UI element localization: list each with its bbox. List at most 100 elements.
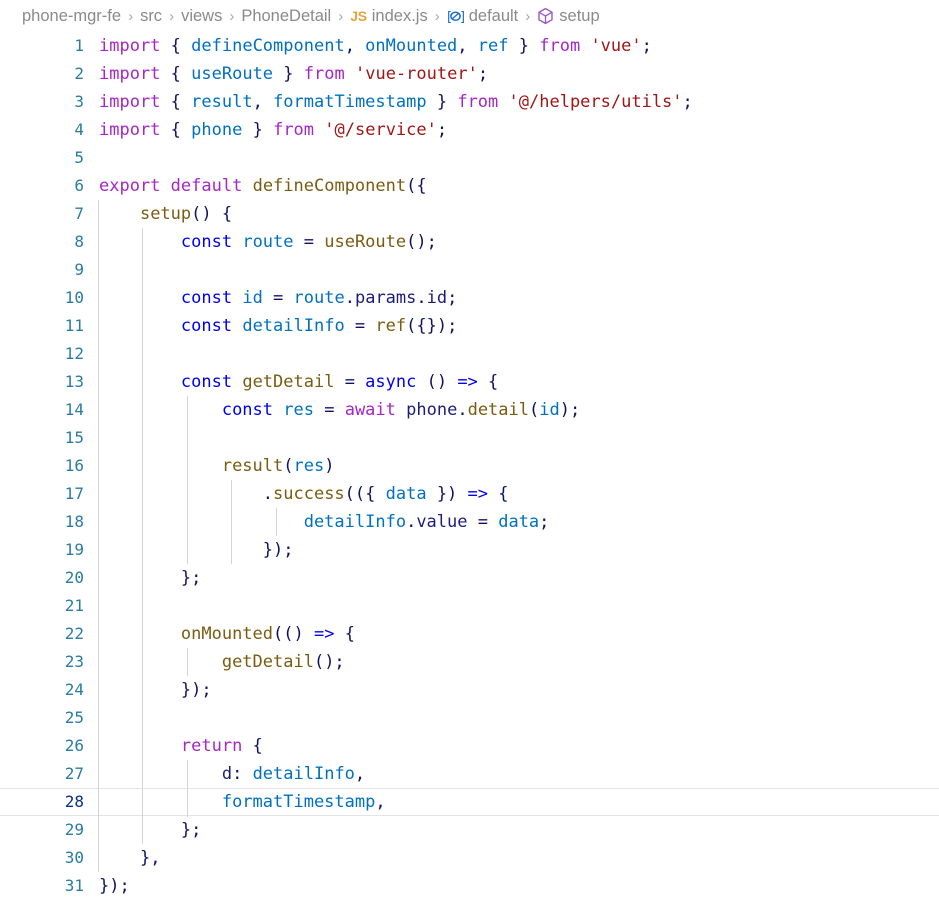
code-line[interactable]: 3 import { result, formatTimestamp } from… <box>0 88 939 116</box>
code-line[interactable]: 16 result(res) <box>0 452 939 480</box>
code-token: const <box>180 372 233 392</box>
code-token: ({ <box>406 176 427 196</box>
code-token: => <box>457 372 478 392</box>
code-token: . <box>416 288 427 308</box>
breadcrumb-item-label: index.js <box>371 6 428 25</box>
breadcrumb-item-default[interactable]: [] default <box>447 7 519 26</box>
code-line[interactable]: 20 }; <box>0 564 939 592</box>
code-line[interactable]: 9 <box>0 256 939 284</box>
code-line[interactable]: 12 <box>0 340 939 368</box>
code-token: }; <box>180 820 202 840</box>
code-token: import <box>99 92 161 112</box>
code-line[interactable]: 7 setup() { <box>0 200 939 228</box>
indent-guide <box>142 424 144 452</box>
code-token: } <box>508 36 529 56</box>
code-token: = <box>344 316 376 336</box>
code-line[interactable]: 27 d: detailInfo, <box>0 760 939 788</box>
code-token: from <box>303 64 345 84</box>
breadcrumb: phone-mgr-fe › src › views › PhoneDetail › JS ind… <box>0 0 939 32</box>
code-line[interactable]: 30 }, <box>0 844 939 872</box>
code-line[interactable]: 29 }; <box>0 816 939 844</box>
code-token: , <box>354 764 366 784</box>
code-token: . <box>457 400 468 420</box>
code-token: { <box>170 64 192 84</box>
line-number: 16 <box>64 456 84 475</box>
code-line[interactable]: 14 const res = await phone.detail(id); <box>0 396 939 424</box>
line-number: 26 <box>64 736 84 755</box>
code-token: . <box>262 484 274 504</box>
code-token: export <box>99 176 161 196</box>
breadcrumb-item-phone-mgr-fe[interactable]: phone-mgr-fe <box>22 7 121 26</box>
code-token: detailInfo <box>242 316 345 336</box>
indent-guide <box>186 424 188 452</box>
code-line[interactable]: 17 .success(({ data }) => { <box>0 480 939 508</box>
code-token: }); <box>99 876 130 896</box>
code-token: id <box>539 400 560 420</box>
code-token: . <box>406 512 417 532</box>
code-line[interactable]: 1 import { defineComponent, onMounted, re… <box>0 32 939 60</box>
code-token: (); <box>313 652 345 672</box>
breadcrumb-item-setup[interactable]: setup <box>537 7 600 26</box>
code-text: getDetail(); <box>99 648 345 676</box>
symbol-object-icon: [] <box>447 9 464 24</box>
js-file-icon: JS <box>350 8 367 24</box>
code-line[interactable]: 25 <box>0 704 939 732</box>
code-token: data <box>498 512 540 532</box>
code-line[interactable]: 26 return { <box>0 732 939 760</box>
code-text: import { defineComponent, onMounted, ref… <box>99 32 652 60</box>
code-token: from <box>273 120 315 140</box>
code-line[interactable]: 6 export default defineComponent({ <box>0 172 939 200</box>
code-line[interactable]: 15 <box>0 424 939 452</box>
line-number: 25 <box>64 708 84 727</box>
code-line[interactable]: 8 const route = useRoute(); <box>0 228 939 256</box>
breadcrumb-item-index-js[interactable]: JS index.js <box>350 7 427 26</box>
code-line[interactable]: 21 <box>0 592 939 620</box>
code-line[interactable]: 13 const getDetail = async () => { <box>0 368 939 396</box>
breadcrumb-item-phonedetail[interactable]: PhoneDetail <box>241 7 331 26</box>
code-token: 'vue' <box>590 36 642 56</box>
code-line[interactable]: 22 onMounted(() => { <box>0 620 939 648</box>
line-number-gutter: 27 <box>0 760 84 788</box>
code-token: => <box>313 624 335 644</box>
line-number: 1 <box>74 36 84 55</box>
breadcrumb-item-views[interactable]: views <box>181 7 222 26</box>
line-number-gutter: 4 <box>0 116 84 144</box>
breadcrumb-separator: › <box>169 7 175 25</box>
code-token: = <box>334 372 366 392</box>
code-line[interactable]: 2 import { useRoute } from 'vue-router'; <box>0 60 939 88</box>
line-number-gutter: 18 <box>0 508 84 536</box>
code-line[interactable]: 11 const detailInfo = ref({}); <box>0 312 939 340</box>
code-line[interactable]: 23 getDetail(); <box>0 648 939 676</box>
line-number-gutter: 31 <box>0 872 84 900</box>
code-token: id <box>426 288 448 308</box>
code-token: getDetail <box>221 652 314 672</box>
code-text: formatTimestamp, <box>99 789 386 815</box>
code-line[interactable]: 24 }); <box>0 676 939 704</box>
line-number: 8 <box>74 232 84 251</box>
code-token: }; <box>180 568 202 588</box>
code-line[interactable]: 18 detailInfo.value = data; <box>0 508 939 536</box>
code-line[interactable]: 31}); <box>0 872 939 900</box>
line-number: 11 <box>64 316 84 335</box>
code-token: from <box>539 36 581 56</box>
code-token: . <box>344 288 355 308</box>
code-line[interactable]: 4 import { phone } from '@/service'; <box>0 116 939 144</box>
code-token: () <box>416 372 458 392</box>
code-line[interactable]: 19 }); <box>0 536 939 564</box>
code-line[interactable]: 10 const id = route.params.id; <box>0 284 939 312</box>
code-token: , <box>344 36 366 56</box>
code-token: import <box>99 64 161 84</box>
indent-guide <box>98 424 99 452</box>
code-line[interactable]: 28 formatTimestamp, <box>0 788 939 817</box>
code-line[interactable]: 5 <box>0 144 939 172</box>
breadcrumb-item-src[interactable]: src <box>140 7 162 26</box>
code-editor[interactable]: 1 import { defineComponent, onMounted, re… <box>0 32 939 922</box>
code-token: getDetail <box>242 372 335 392</box>
code-token: ; <box>436 120 448 140</box>
